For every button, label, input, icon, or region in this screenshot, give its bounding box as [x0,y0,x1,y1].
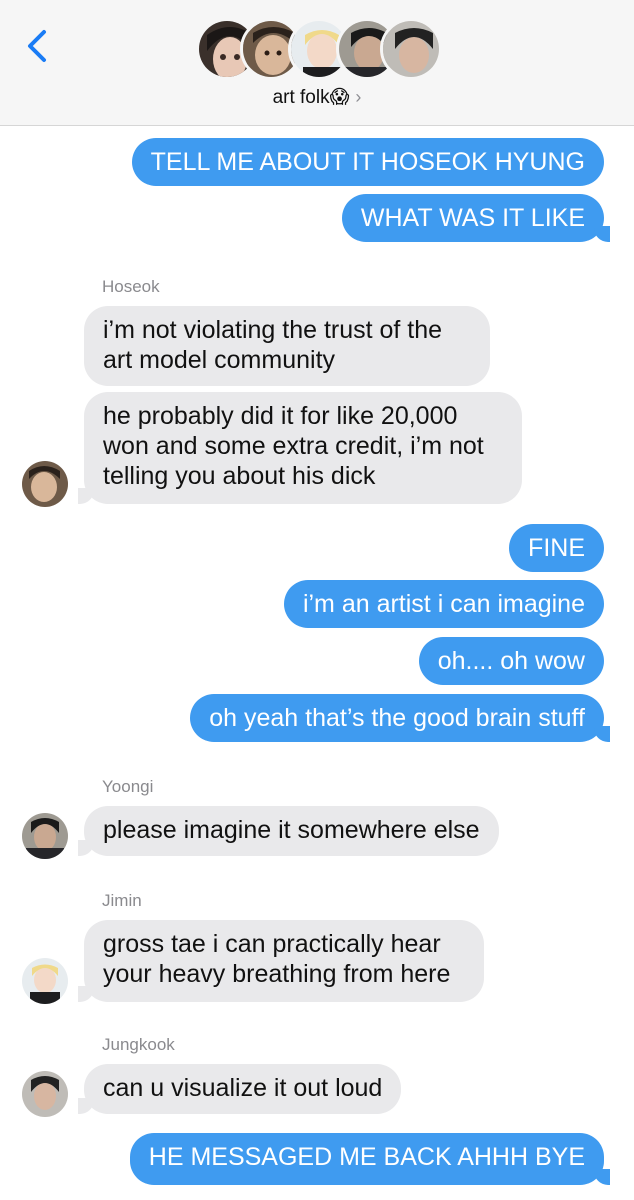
sender-name: Yoongi [102,777,154,796]
message-text-line: won and some extra credit, i’m not [103,432,484,460]
message-text-line: he probably did it for like 20,000 [103,402,458,430]
message-text: HE MESSAGED ME BACK AHHH BYE [148,1143,585,1171]
message-text: TELL ME ABOUT IT HOSEOK HYUNG [150,148,585,176]
message-bubble-outgoing[interactable]: HE MESSAGED ME BACK AHHH BYE [129,1133,611,1185]
member-avatar-jungkook [380,18,442,80]
message-text-line: telling you about his dick [103,462,376,490]
group-name-button[interactable]: art folk😱 › [0,86,634,114]
group-avatars[interactable] [196,18,442,82]
message-text-line: art model community [103,346,336,374]
message-text: please imagine it somewhere else [103,816,480,844]
message-bubble-outgoing[interactable]: oh.... oh wow [418,637,604,685]
sender-name: Jungkook [102,1035,175,1054]
message-text: FINE [528,534,585,562]
sender-avatar-yoongi [22,813,68,859]
chevron-left-icon [28,30,46,62]
message-bubble-outgoing[interactable]: FINE [509,524,604,572]
message-text: can u visualize it out loud [103,1074,383,1102]
message-text-line: gross tae i can practically hear [103,930,441,958]
message-text: oh yeah that’s the good brain stuff [209,704,585,732]
group-name-label: art folk [272,87,330,108]
message-text: i’m an artist i can imagine [302,590,585,618]
message-text-line: your heavy breathing from here [103,960,451,988]
sender-avatar-hoseok [22,461,68,507]
chevron-right-icon: › [355,87,362,107]
message-bubble-incoming[interactable]: he probably did it for like 20,000 won a… [78,392,522,504]
message-text: WHAT WAS IT LIKE [360,204,585,232]
sender-name: Jimin [102,891,142,910]
message-bubble-incoming[interactable]: gross tae i can practically hear your he… [78,920,484,1002]
message-bubble-incoming[interactable]: i’m not violating the trust of the art m… [84,306,490,386]
group-emoji: 😱 [329,87,350,108]
message-bubble-outgoing[interactable]: TELL ME ABOUT IT HOSEOK HYUNG [131,138,604,186]
message-bubble-outgoing[interactable]: i’m an artist i can imagine [283,580,604,628]
message-bubble-incoming[interactable]: please imagine it somewhere else [78,806,499,856]
sender-name: Hoseok [102,277,160,296]
message-bubble-outgoing[interactable]: WHAT WAS IT LIKE [341,194,611,242]
message-text-line: i’m not violating the trust of the [103,316,443,344]
message-text: oh.... oh wow [437,647,585,675]
conversation-header: art folk😱 › [0,0,634,126]
sender-avatar-jimin [22,958,68,1004]
back-button[interactable] [22,26,52,66]
message-bubble-incoming[interactable]: can u visualize it out loud [77,1064,402,1114]
message-bubble-outgoing[interactable]: oh yeah that’s the good brain stuff [190,694,610,742]
sender-avatar-jungkook [22,1071,68,1117]
